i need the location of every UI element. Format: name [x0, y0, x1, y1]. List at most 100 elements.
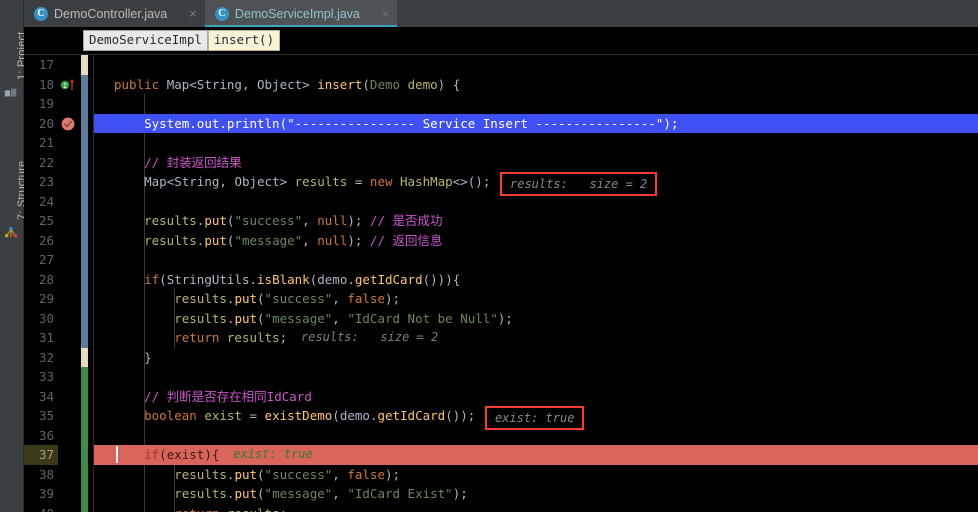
code-line[interactable]: 30 results.put("message", "IdCard Not be… — [24, 308, 978, 328]
hint-exist-true-exec[interactable]: exist: true — [233, 445, 312, 465]
line-number: 26 — [38, 232, 54, 248]
vcs-change-marker[interactable] — [81, 308, 88, 328]
line-number: 37 — [24, 445, 58, 465]
code-text: public Map<String, Object> insert(Demo d… — [114, 76, 461, 92]
line-number: 39 — [38, 486, 54, 501]
editor-tab-democontroller[interactable]: C DemoController.java × — [24, 0, 205, 27]
line-number: 40 — [24, 504, 58, 512]
code-line[interactable]: 17 — [24, 55, 978, 75]
tool-window-rail: 1: Project 7: Structure — [0, 0, 28, 512]
line-number: 27 — [38, 252, 54, 267]
vcs-change-marker[interactable] — [81, 55, 88, 75]
code-line[interactable]: 31 return results; results: size = 2 — [24, 328, 978, 348]
line-number: 17 — [38, 57, 54, 72]
code-line[interactable]: 35 boolean exist = existDemo(demo.getIdC… — [24, 406, 978, 430]
code-line[interactable]: 25 results.put("success", null); // 是否成功 — [24, 211, 978, 231]
breakpoint-verified-icon[interactable] — [60, 116, 76, 132]
code-text: results.put("success", false); — [174, 291, 401, 306]
code-text: results.put("success", null); // 是否成功 — [144, 213, 443, 228]
vcs-change-marker[interactable] — [81, 172, 88, 192]
code-text: System.out.println("---------------- Ser… — [144, 115, 679, 131]
code-line[interactable]: 39 results.put("message", "IdCard Exist"… — [24, 484, 978, 504]
line-number: 22 — [38, 154, 54, 170]
code-text: if(StringUtils.isBlank(demo.getIdCard())… — [144, 271, 461, 287]
text-caret — [116, 446, 118, 463]
line-number: 29 — [38, 291, 54, 306]
code-line[interactable]: 18 Ipublic Map<String, Object> insert(Dem… — [24, 74, 978, 94]
code-text: if(exist){ — [144, 447, 220, 462]
vcs-change-marker[interactable] — [81, 367, 88, 387]
line-number: 21 — [38, 135, 54, 150]
vcs-change-marker[interactable] — [81, 503, 88, 512]
project-icon — [4, 88, 17, 97]
line-number: 38 — [38, 466, 54, 482]
code-line[interactable]: 23 Map<String, Object> results = new Has… — [24, 172, 978, 196]
line-number: 35 — [38, 408, 54, 423]
hint-results-size-inline[interactable]: results: size = 2 — [301, 328, 438, 348]
editor-tab-bar: C DemoController.java × C DemoServiceImp… — [24, 0, 978, 27]
code-line[interactable]: 28 if(StringUtils.isBlank(demo.getIdCard… — [24, 269, 978, 289]
code-text: // 判断是否存在相同IdCard — [144, 388, 312, 404]
code-line[interactable]: 32 } — [24, 347, 978, 367]
vcs-change-marker[interactable] — [81, 445, 88, 465]
close-icon[interactable]: × — [382, 7, 390, 20]
vcs-change-marker[interactable] — [81, 74, 88, 94]
vcs-change-marker[interactable] — [81, 464, 88, 484]
close-icon[interactable]: × — [189, 7, 197, 20]
editor-tab-label: DemoServiceImpl.java — [234, 6, 360, 21]
line-number: 28 — [38, 271, 54, 287]
structure-icon — [4, 226, 18, 238]
svg-text:I: I — [63, 82, 67, 90]
line-number: 36 — [38, 427, 54, 443]
vcs-change-marker[interactable] — [81, 484, 88, 504]
vcs-change-marker[interactable] — [81, 386, 88, 406]
code-text: results.put("success", false); — [174, 466, 401, 482]
line-number: 34 — [38, 388, 54, 404]
code-line[interactable]: 36 — [24, 425, 978, 445]
code-text: return results; — [174, 330, 288, 345]
ide-window: 1: Project 7: Structure C DemoController… — [0, 0, 978, 512]
vcs-change-marker[interactable] — [81, 250, 88, 270]
vcs-change-marker[interactable] — [81, 406, 88, 426]
vcs-change-marker[interactable] — [81, 269, 88, 289]
code-line[interactable]: 26 results.put("message", null); // 返回信息 — [24, 230, 978, 250]
code-line[interactable]: 29 results.put("success", false); — [24, 289, 978, 309]
code-line[interactable]: 40 return results; — [24, 503, 978, 512]
breadcrumb-class[interactable]: DemoServiceImpl — [83, 30, 208, 51]
implementing-method-icon[interactable]: I — [60, 77, 76, 93]
vcs-change-marker[interactable] — [81, 94, 88, 114]
vcs-change-marker[interactable] — [81, 152, 88, 172]
vcs-change-marker[interactable] — [81, 289, 88, 309]
breadcrumb-method[interactable]: insert() — [207, 30, 281, 51]
vcs-change-marker[interactable] — [81, 133, 88, 153]
vcs-change-marker[interactable] — [81, 425, 88, 445]
code-line[interactable]: 20 System.out.println("---------------- … — [24, 113, 978, 133]
code-line[interactable]: 24 — [24, 191, 978, 212]
code-line[interactable]: 37 if(exist){ exist: true — [24, 445, 978, 465]
breadcrumb: DemoServiceImpl insert() — [24, 27, 978, 54]
vcs-change-marker[interactable] — [81, 347, 88, 367]
vcs-change-marker[interactable] — [81, 113, 88, 133]
code-line[interactable]: 22 // 封装返回结果 — [24, 152, 978, 172]
code-line[interactable]: 34 // 判断是否存在相同IdCard — [24, 386, 978, 406]
java-class-icon: C — [34, 6, 48, 21]
code-line[interactable]: 38 results.put("success", false); — [24, 464, 978, 484]
code-editor[interactable]: 17 18 Ipublic Map<String, Object> insert(D… — [24, 55, 978, 512]
code-line[interactable]: 33 — [24, 367, 978, 387]
vcs-change-marker[interactable] — [81, 191, 88, 211]
vcs-change-marker[interactable] — [81, 328, 88, 348]
vcs-change-marker[interactable] — [81, 211, 88, 231]
code-line[interactable]: 21 — [24, 133, 978, 153]
vcs-change-marker[interactable] — [81, 230, 88, 250]
editor-tab-demoserviceimpl[interactable]: C DemoServiceImpl.java × — [204, 0, 398, 27]
code-line[interactable]: 27 — [24, 250, 978, 270]
code-text: } — [144, 349, 152, 365]
code-text: return results; — [94, 504, 978, 512]
code-line[interactable]: 19 — [24, 94, 978, 114]
